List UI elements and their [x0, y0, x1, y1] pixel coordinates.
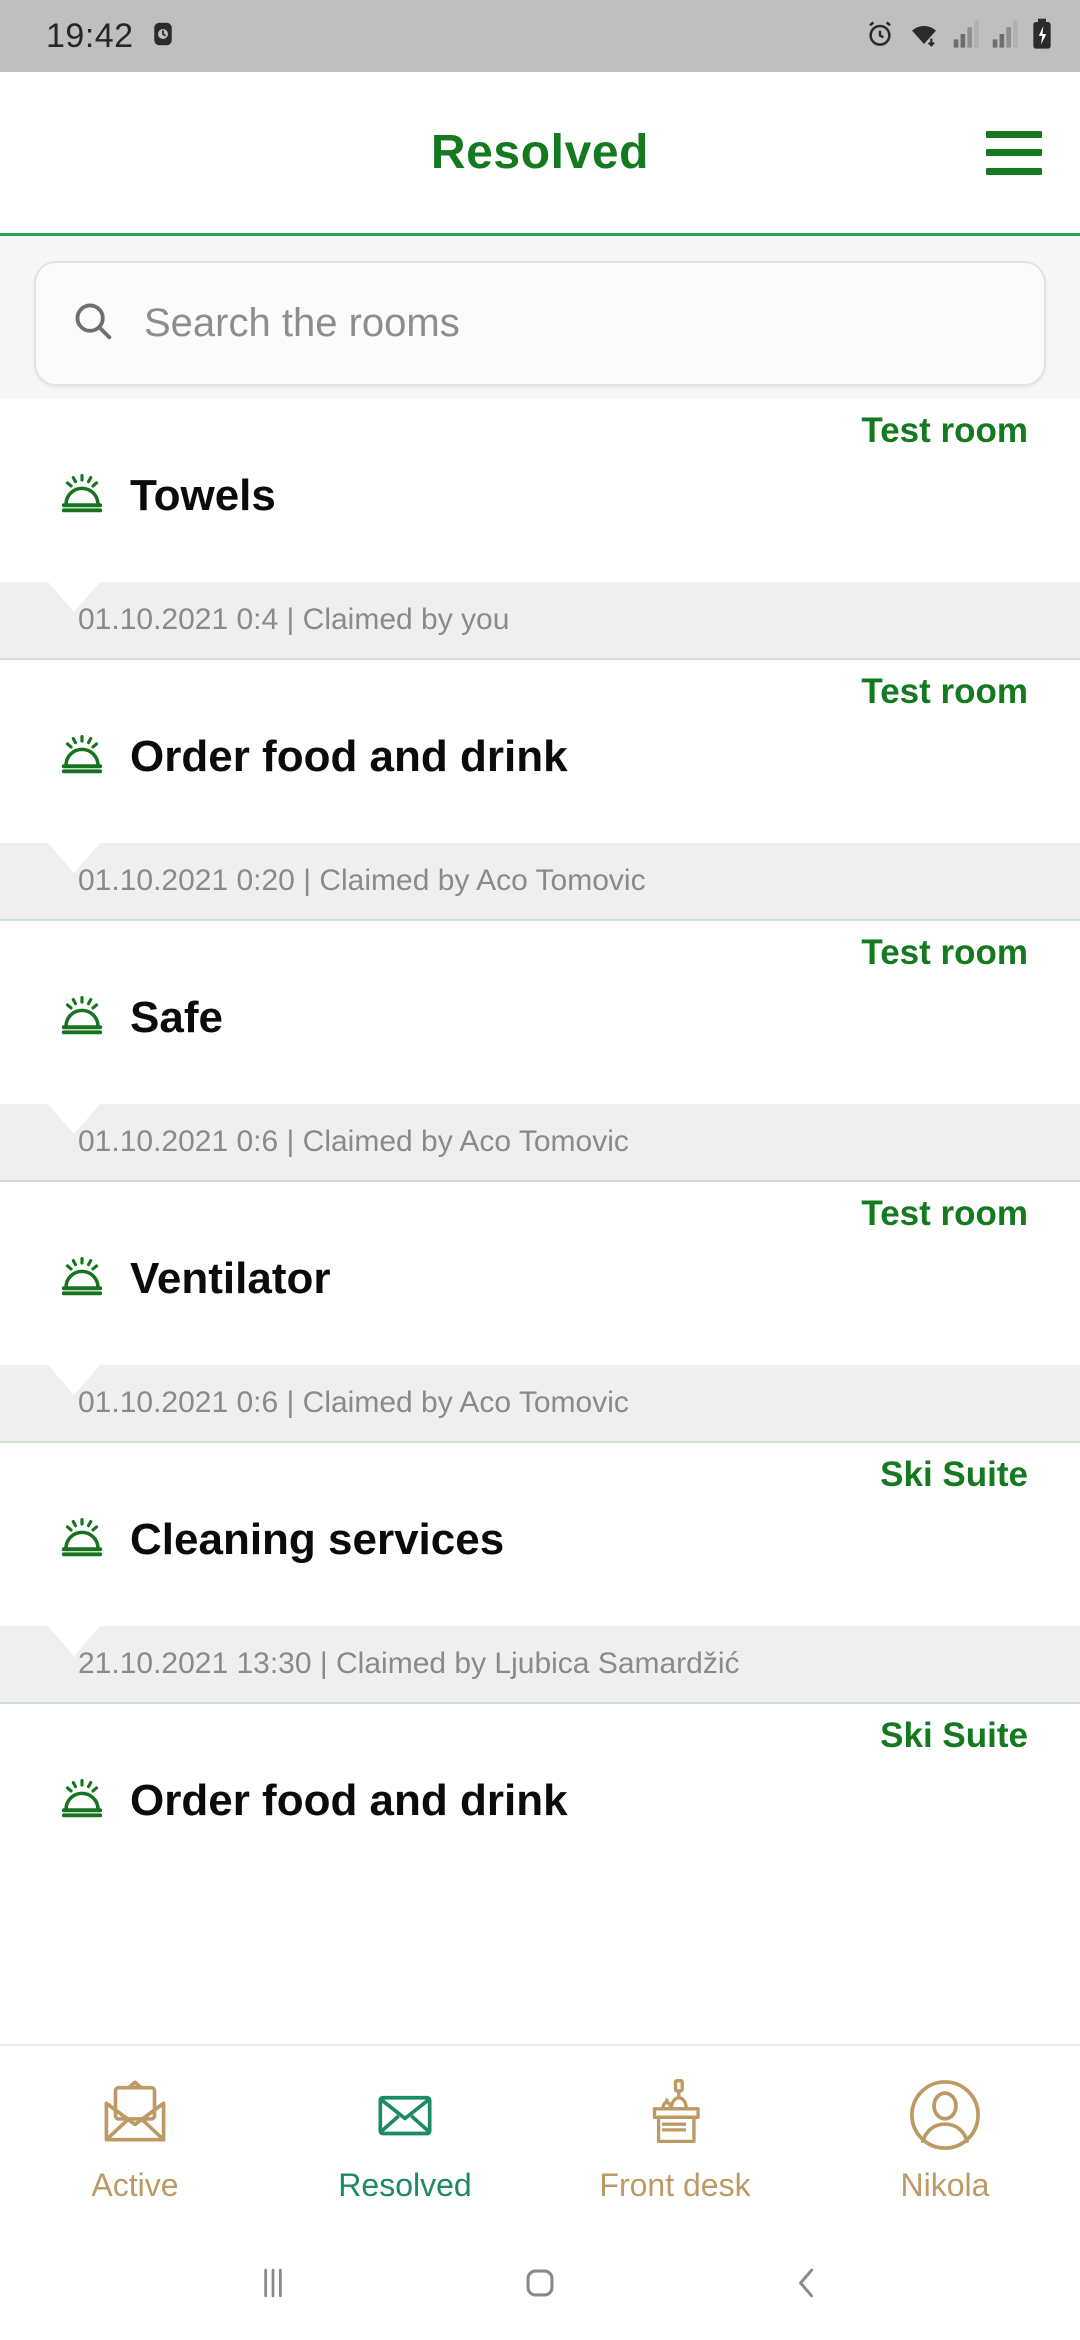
list-item-body[interactable]: Test room Safe — [0, 921, 1080, 1104]
wifi-icon — [907, 18, 941, 55]
list-item-body[interactable]: Ski Suite Order food and drink — [0, 1704, 1080, 1887]
tab-label: Nikola — [900, 2166, 990, 2203]
list-item[interactable]: Test room Ventilator 01.10.2021 0:6 | Cl… — [0, 1182, 1080, 1443]
alarm-clock-icon — [148, 19, 178, 54]
room-label: Test room — [861, 933, 1028, 972]
status-bar-left: 19:42 — [46, 17, 178, 56]
request-title: Cleaning services — [130, 1514, 505, 1564]
status-bar-clock: 19:42 — [46, 16, 134, 55]
front-desk-icon — [634, 2073, 716, 2157]
list-item-meta: 21.10.2021 13:30 | Claimed by Ljubica Sa… — [0, 1626, 1080, 1704]
service-bell-icon — [56, 1250, 108, 1307]
request-title: Safe — [130, 992, 223, 1042]
meta-text: 01.10.2021 0:6 | Claimed by Aco Tomovic — [78, 1125, 629, 1158]
back-icon[interactable] — [785, 2261, 829, 2310]
tab-label: Resolved — [338, 2166, 472, 2203]
request-row: Order food and drink — [56, 728, 568, 785]
list-item-meta: 01.10.2021 0:20 | Claimed by Aco Tomovic — [0, 843, 1080, 921]
tab-front-desk[interactable]: Front desk — [540, 2046, 810, 2230]
request-list[interactable]: Test room Towels 01.10.2021 0:4 | Claime… — [0, 399, 1080, 2044]
list-item-body[interactable]: Test room Ventilator — [0, 1182, 1080, 1365]
meta-text: 01.10.2021 0:20 | Claimed by Aco Tomovic — [78, 864, 646, 897]
user-avatar-icon — [905, 2073, 985, 2157]
room-label: Ski Suite — [880, 1455, 1028, 1494]
search-placeholder: Search the rooms — [144, 301, 460, 345]
room-label: Ski Suite — [880, 1716, 1028, 1755]
service-bell-icon — [56, 1511, 108, 1568]
alarm-clock-icon — [864, 18, 896, 55]
list-item-body[interactable]: Test room Towels — [0, 399, 1080, 582]
request-row: Cleaning services — [56, 1511, 504, 1568]
request-title: Ventilator — [130, 1253, 331, 1303]
open-envelope-icon — [96, 2073, 174, 2157]
tab-label: Active — [91, 2166, 179, 2203]
list-item-meta: 01.10.2021 0:4 | Claimed by you — [0, 582, 1080, 660]
recents-icon[interactable] — [251, 2261, 295, 2310]
signal-sim2-icon — [991, 19, 1019, 54]
meta-text: 01.10.2021 0:6 | Claimed by Aco Tomovic — [78, 1386, 629, 1419]
service-bell-icon — [56, 1772, 108, 1829]
tab-label: Front desk — [599, 2166, 751, 2203]
battery-charging-icon — [1030, 18, 1054, 55]
service-bell-icon — [56, 989, 108, 1046]
list-item-body[interactable]: Test room Order food and drink — [0, 660, 1080, 843]
service-bell-icon — [56, 467, 108, 524]
system-navigation-bar — [0, 2230, 1080, 2340]
search-icon — [70, 298, 116, 349]
request-row: Safe — [56, 989, 223, 1046]
request-row: Ventilator — [56, 1250, 331, 1307]
search-input[interactable]: Search the rooms — [34, 261, 1046, 386]
closed-envelope-icon — [368, 2073, 442, 2157]
request-title: Towels — [130, 470, 276, 520]
list-item-meta: 01.10.2021 0:6 | Claimed by Aco Tomovic — [0, 1365, 1080, 1443]
request-row: Towels — [56, 467, 276, 524]
list-item[interactable]: Test room Order food and drink 01.10.202… — [0, 660, 1080, 921]
search-section: Search the rooms — [0, 236, 1080, 399]
tab-resolved[interactable]: Resolved — [270, 2046, 540, 2230]
hamburger-menu-icon[interactable] — [986, 130, 1042, 175]
meta-text: 21.10.2021 13:30 | Claimed by Ljubica Sa… — [78, 1647, 740, 1680]
list-item-meta: 01.10.2021 0:6 | Claimed by Aco Tomovic — [0, 1104, 1080, 1182]
list-item[interactable]: Test room Towels 01.10.2021 0:4 | Claime… — [0, 399, 1080, 660]
list-item[interactable]: Ski Suite Order food and drink — [0, 1704, 1080, 1887]
list-item[interactable]: Ski Suite Cleaning services 21.10.2021 1… — [0, 1443, 1080, 1704]
room-label: Test room — [861, 411, 1028, 450]
status-bar: 19:42 — [0, 0, 1080, 72]
request-row: Order food and drink — [56, 1772, 568, 1829]
home-icon[interactable] — [518, 2261, 562, 2310]
status-bar-right — [864, 18, 1054, 55]
bottom-tab-bar: Active Resolved Front desk Nikola — [0, 2044, 1080, 2230]
signal-sim1-icon — [952, 19, 980, 54]
tab-profile[interactable]: Nikola — [810, 2046, 1080, 2230]
app-header: Resolved — [0, 72, 1080, 236]
list-item-body[interactable]: Ski Suite Cleaning services — [0, 1443, 1080, 1626]
room-label: Test room — [861, 1194, 1028, 1233]
room-label: Test room — [861, 672, 1028, 711]
meta-text: 01.10.2021 0:4 | Claimed by you — [78, 603, 510, 636]
request-title: Order food and drink — [130, 731, 568, 781]
request-title: Order food and drink — [130, 1775, 568, 1825]
phone-screen: 19:42 Resolved Search the rooms Test roo… — [0, 0, 1080, 2340]
page-title: Resolved — [430, 126, 650, 179]
service-bell-icon — [56, 728, 108, 785]
tab-active[interactable]: Active — [0, 2046, 270, 2230]
list-item[interactable]: Test room Safe 01.10.2021 0:6 | Claimed … — [0, 921, 1080, 1182]
